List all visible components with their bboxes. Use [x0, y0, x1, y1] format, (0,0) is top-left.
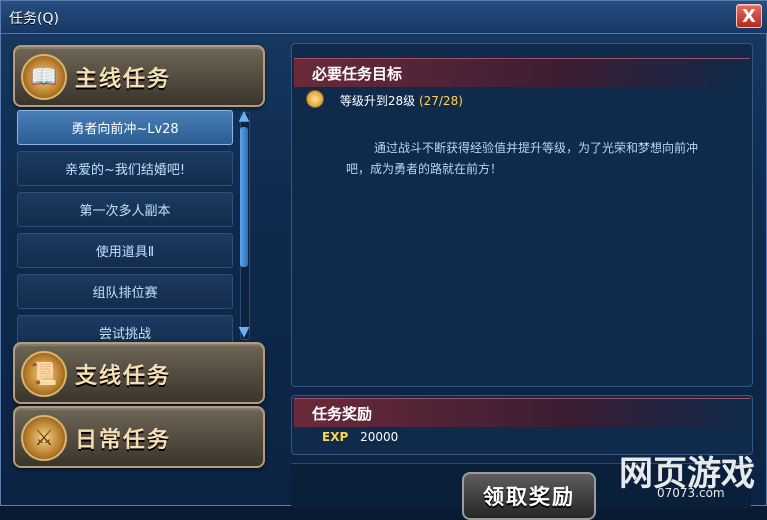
goal-text: 等级升到28级	[339, 94, 416, 108]
objective-panel: 必要任务目标 等级升到28级 (27/28) 通过战斗不断获得经验值并提升等级，…	[291, 43, 753, 387]
objective-description: 通过战斗不断获得经验值并提升等级，为了光荣和梦想向前冲吧，成为勇者的路就在前方！	[346, 141, 699, 176]
task-item-2[interactable]: 亲爱的~我们结婚吧!	[17, 151, 233, 186]
reward-heading: 任务奖励	[312, 405, 373, 423]
task-item-1[interactable]: 勇者向前冲~Lv28	[17, 110, 233, 145]
scroll-up-icon[interactable]: ▲	[235, 107, 253, 125]
site-watermark: 网页游戏 07073.com	[619, 446, 759, 504]
main-quest-label: 主线任务	[75, 67, 172, 92]
task-item-3[interactable]: 第一次多人副本	[17, 192, 233, 227]
task-item-4[interactable]: 使用道具Ⅱ	[17, 233, 233, 268]
goal-line: 等级升到28级 (27/28)	[306, 90, 463, 109]
sword-icon: ⚔	[21, 415, 67, 461]
titlebar: 任务(Q) X	[1, 1, 767, 34]
side-quest-category[interactable]: 📜 支线任务	[13, 342, 265, 404]
task-list: 勇者向前冲~Lv28 亲爱的~我们结婚吧! 第一次多人副本 使用道具Ⅱ 组队排位…	[17, 110, 233, 356]
main-quest-category[interactable]: 📖 主线任务	[13, 45, 265, 107]
scroll-icon: 📜	[21, 351, 67, 397]
goal-progress: (27/28)	[418, 94, 463, 108]
reward-amount: 20000	[360, 430, 399, 444]
scroll-down-icon[interactable]: ▼	[235, 323, 253, 341]
reward-type: EXP	[322, 430, 349, 444]
scrollbar-thumb[interactable]	[240, 127, 248, 267]
task-item-5[interactable]: 组队排位赛	[17, 274, 233, 309]
daily-quest-label: 日常任务	[75, 428, 172, 453]
quest-category-panel: 📖 主线任务 勇者向前冲~Lv28 亲爱的~我们结婚吧! 第一次多人副本 使用道…	[9, 39, 269, 501]
quest-window: 任务(Q) X 📖 主线任务 勇者向前冲~Lv28 亲爱的~我们结婚吧! 第一次…	[0, 0, 767, 520]
close-button[interactable]: X	[736, 4, 762, 28]
reward-header: 任务奖励	[294, 398, 750, 427]
claim-reward-button[interactable]: 领取奖励	[462, 472, 596, 520]
window-title: 任务(Q)	[9, 11, 59, 27]
side-quest-label: 支线任务	[75, 364, 172, 389]
watermark-sub: 07073.com	[657, 486, 725, 500]
reward-line: EXP 20000	[322, 430, 398, 444]
medal-icon	[306, 90, 324, 108]
objective-heading: 必要任务目标	[312, 65, 403, 83]
daily-quest-category[interactable]: ⚔ 日常任务	[13, 406, 265, 468]
objective-header: 必要任务目标	[294, 58, 750, 87]
book-icon: 📖	[21, 54, 67, 100]
